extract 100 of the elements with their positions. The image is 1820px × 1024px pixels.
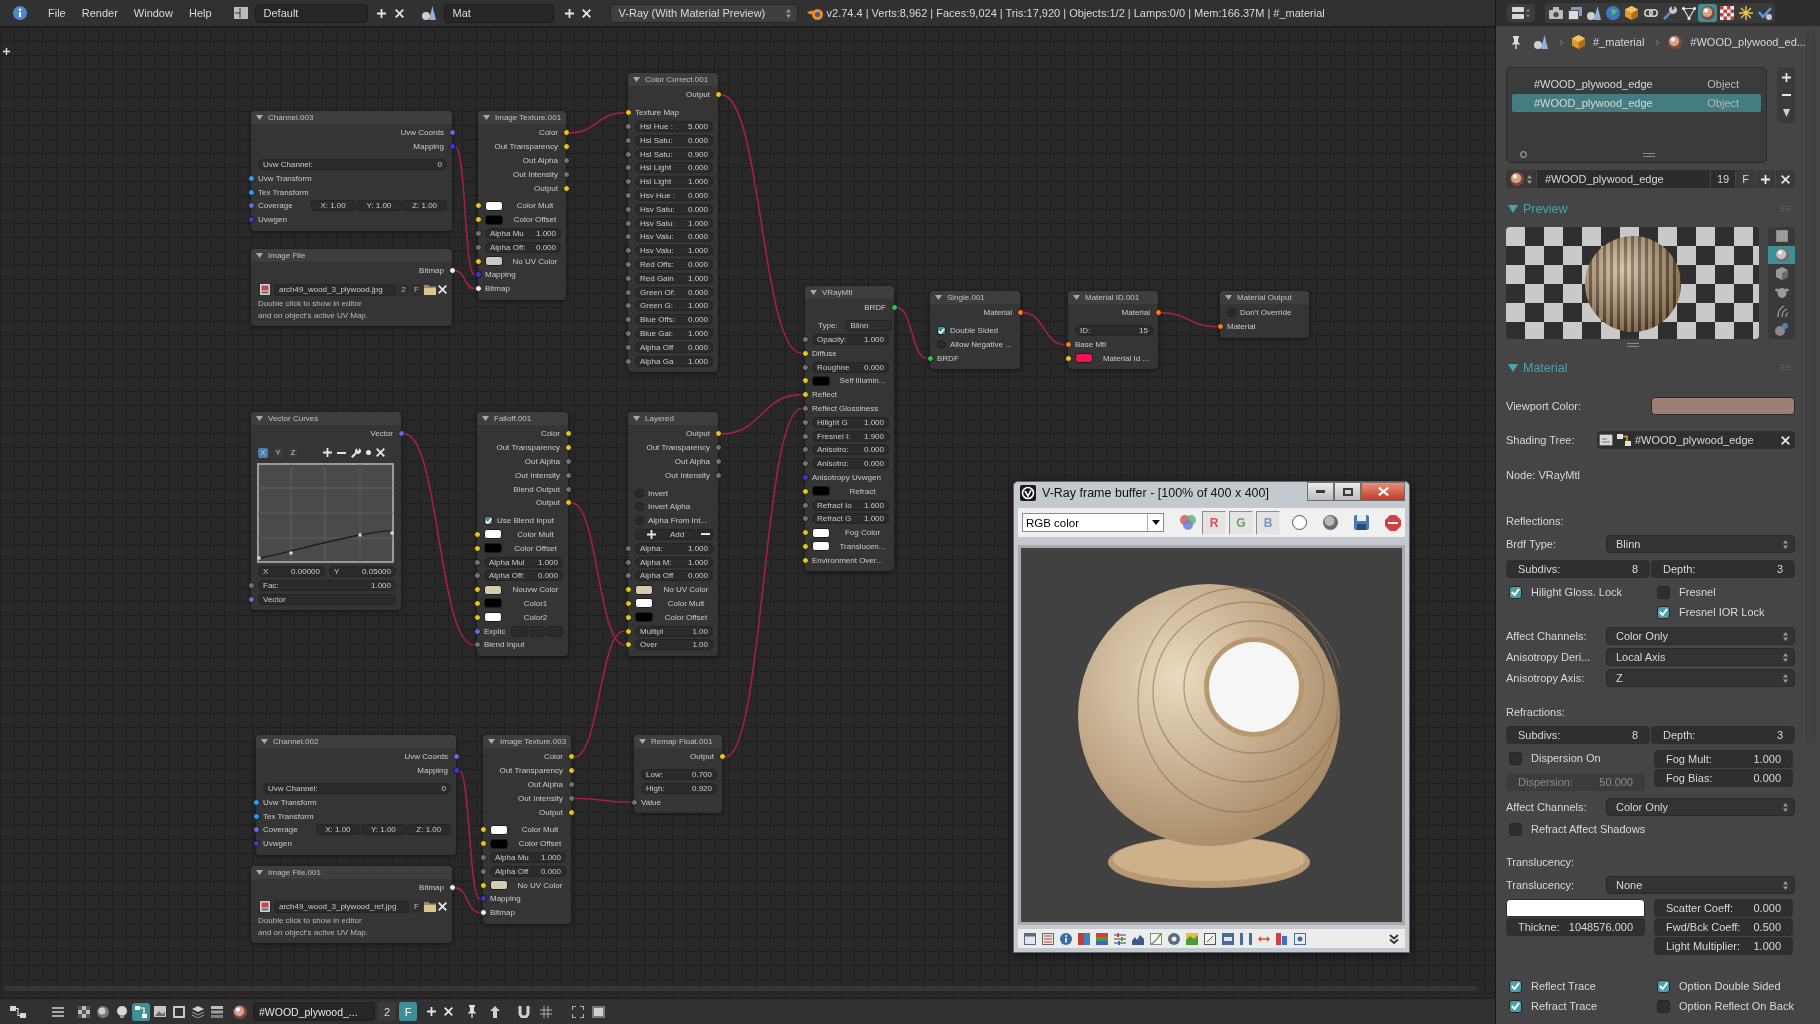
number-field[interactable]: Hsv Valu: 0.000	[635, 231, 713, 243]
save-icon[interactable]	[1354, 515, 1369, 530]
color-swatch[interactable]	[485, 200, 503, 211]
number-field[interactable]: Uvw Channel: 0	[258, 159, 447, 170]
list-icon[interactable]	[1042, 932, 1054, 945]
material-slot-row[interactable]: #WOOD_plywood_edge Object	[1512, 75, 1762, 93]
color-swatch[interactable]	[490, 824, 508, 835]
number-field[interactable]: Alpha Mu 1.000	[485, 227, 561, 239]
backdrop-icon[interactable]	[592, 1005, 605, 1018]
maximize-button[interactable]	[1334, 482, 1361, 501]
properties-tab[interactable]	[1565, 4, 1584, 22]
socket-icon[interactable]	[801, 542, 809, 550]
color-swatch[interactable]	[1075, 353, 1093, 364]
color-swatch[interactable]	[490, 838, 508, 849]
number-field[interactable]: Fog Mult: 1.000	[1654, 750, 1793, 768]
number-field[interactable]: High: 0.920	[641, 783, 717, 794]
properties-tab[interactable]	[1679, 4, 1698, 22]
close-icon[interactable]	[438, 285, 447, 295]
properties-tab[interactable]	[1603, 4, 1622, 22]
checkbox[interactable]	[1509, 751, 1522, 765]
number-field[interactable]: Fwd/Bck Coeff: 0.500	[1654, 918, 1793, 936]
plus-icon[interactable]	[1781, 73, 1791, 83]
dropdown[interactable]: Color Only	[1606, 627, 1795, 645]
two-tone-icon[interactable]	[1078, 932, 1090, 945]
node-header[interactable]: Vector Curves	[251, 412, 401, 425]
color-swatch[interactable]	[484, 584, 502, 595]
user-count-button[interactable]: 2	[378, 1002, 396, 1021]
properties-tab[interactable]	[1546, 4, 1565, 22]
user-count-button[interactable]: 2	[398, 283, 409, 296]
crop-icon[interactable]	[1204, 932, 1216, 945]
number-field[interactable]: Y: 1.00	[361, 824, 406, 836]
lens-icon[interactable]	[1168, 932, 1180, 945]
nodes-icon[interactable]	[10, 1005, 26, 1018]
disclosure-triangle-icon[interactable]	[483, 115, 490, 120]
node-header[interactable]: Channel.003	[251, 111, 452, 124]
color-swatch[interactable]	[485, 214, 503, 225]
plus-icon[interactable]	[427, 1007, 436, 1016]
channel-dropdown[interactable]: RGB color	[1022, 513, 1164, 532]
circle-icon[interactable]	[1520, 151, 1527, 158]
node-header[interactable]: Channel.002	[256, 735, 456, 748]
checkbox-label[interactable]: Fresnel	[1679, 586, 1716, 598]
disclosure-triangle-icon[interactable]	[633, 77, 640, 82]
socket-icon[interactable]	[1154, 309, 1162, 317]
number-field[interactable]: Multipl 1.00	[635, 625, 713, 637]
image-browse-button[interactable]	[258, 900, 272, 913]
number-field[interactable]: Depth: 3	[1651, 726, 1795, 744]
number-field[interactable]: Hsl Hue : 5.000	[635, 121, 713, 132]
color-swatch[interactable]	[1506, 899, 1645, 917]
sphere-icon[interactable]	[1323, 515, 1338, 530]
disclosure-triangle-icon[interactable]	[1508, 204, 1518, 213]
socket-icon[interactable]	[624, 586, 632, 594]
render-engine-dropdown[interactable]: V-Ray (With Material Preview)	[609, 3, 798, 23]
toolbar-button[interactable]	[132, 1002, 150, 1021]
checkbox-label[interactable]: Fresnel IOR Lock	[1679, 606, 1765, 618]
node-header[interactable]: Single.001	[930, 291, 1020, 304]
frame-corners-icon[interactable]	[572, 1005, 584, 1018]
number-field[interactable]: Alpha Off 0.000	[635, 341, 713, 353]
socket-icon[interactable]	[801, 349, 809, 357]
close-icon[interactable]	[444, 1007, 453, 1016]
number-field[interactable]: Hsl Satu: 0.000	[635, 134, 713, 146]
dropdown-arrow-icon[interactable]	[1782, 108, 1790, 117]
dropdown[interactable]: None	[1606, 876, 1795, 894]
minus-icon[interactable]	[1781, 94, 1791, 97]
disclosure-triangle-icon[interactable]	[1225, 295, 1232, 300]
number-field[interactable]: Green Of: 0.000	[635, 286, 713, 298]
number-field[interactable]: Light Multiplier: 1.000	[1654, 937, 1793, 955]
number-field[interactable]: Subdivs: 8	[1506, 726, 1650, 744]
number-field[interactable]: Fog Bias: 0.000	[1654, 769, 1793, 787]
dropdown[interactable]: Blinn	[1606, 535, 1795, 553]
node-header[interactable]: Layered	[628, 412, 718, 425]
number-field[interactable]: Refract Io 1.600	[812, 499, 889, 511]
number-field[interactable]: Alpha M: 1.000	[635, 556, 713, 568]
checkbox[interactable]	[1509, 999, 1522, 1013]
socket-icon[interactable]	[479, 840, 487, 848]
properties-tab[interactable]	[1584, 4, 1603, 22]
number-field[interactable]: Alpha Mul 1.000	[484, 556, 563, 568]
socket-icon[interactable]	[567, 753, 575, 761]
color-swatch[interactable]	[812, 527, 830, 538]
disclosure-triangle-icon[interactable]	[482, 416, 489, 421]
socket-icon[interactable]	[479, 826, 487, 834]
socket-icon[interactable]	[448, 267, 456, 275]
number-field[interactable]: Blue Gai: 1.000	[635, 327, 713, 339]
three-circles-icon[interactable]	[1180, 515, 1196, 530]
number-field[interactable]: Low: 0.700	[641, 769, 717, 781]
checkbox-label[interactable]: Refract Affect Shadows	[1531, 823, 1646, 835]
number-field[interactable]: Hsl Light 0.000	[635, 162, 713, 174]
number-field[interactable]: Fac: 1.000	[258, 580, 396, 591]
dot-icon[interactable]	[366, 450, 371, 456]
number-field[interactable]: Z: 1.00	[402, 200, 447, 212]
sliders-icon[interactable]	[1114, 932, 1126, 945]
plus-icon[interactable]	[323, 448, 332, 458]
scene-field[interactable]: Mat	[443, 3, 554, 23]
properties-tab[interactable]	[1698, 4, 1717, 22]
file-name-field[interactable]: arch49_wood_3_plywood.jpg	[274, 283, 396, 296]
grip-icon[interactable]	[1627, 343, 1639, 347]
breadcrumb-item[interactable]: #_material	[1593, 36, 1645, 48]
socket-icon[interactable]	[801, 529, 809, 537]
node-header[interactable]: Image Texture.001	[478, 111, 566, 124]
disclosure-triangle-icon[interactable]	[935, 295, 942, 300]
color-swatch[interactable]	[484, 612, 502, 623]
